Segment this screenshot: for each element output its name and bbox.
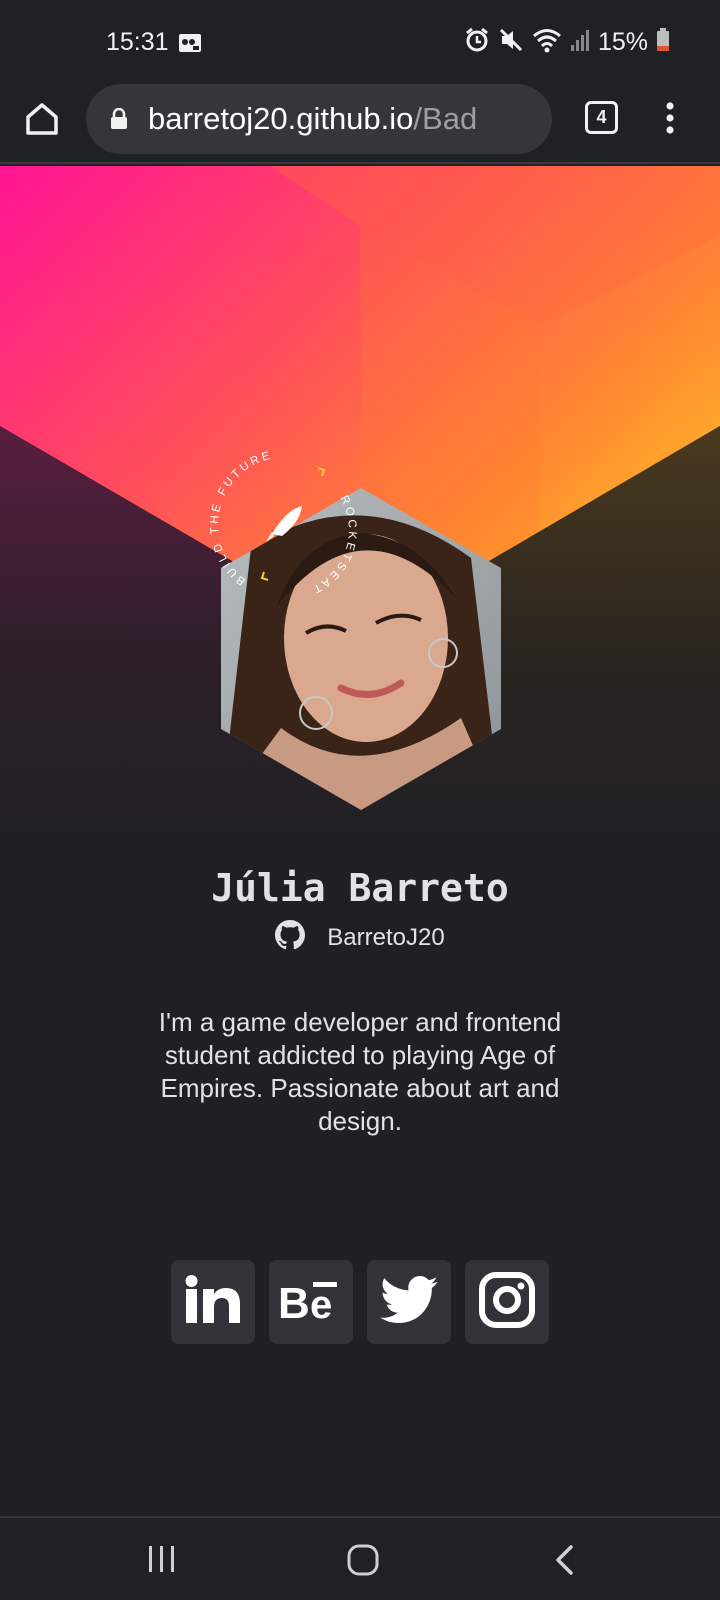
svg-text:B: B xyxy=(278,1279,310,1322)
twitter-button[interactable] xyxy=(367,1260,451,1344)
url-host: barretoj20.github.io xyxy=(148,101,414,136)
svg-text:e: e xyxy=(310,1283,332,1322)
nav-home-icon[interactable] xyxy=(347,1544,379,1581)
battery-icon xyxy=(656,27,670,57)
rocketseat-badge: BUILD THE FUTURE ROCKETSEAT xyxy=(208,449,368,610)
status-icons: 15% xyxy=(464,26,670,58)
more-menu-icon[interactable] xyxy=(666,100,674,136)
url-text: barretoj20.github.io/Bad xyxy=(148,101,477,137)
wifi-icon xyxy=(532,27,562,58)
alarm-icon xyxy=(464,27,490,58)
profile-name: Júlia Barreto xyxy=(211,866,509,910)
browser-toolbar: barretoj20.github.io/Bad 4 xyxy=(0,84,720,164)
status-bar: 15:31 15% xyxy=(0,0,720,84)
badge-top-text: BUILD THE FUTURE xyxy=(209,449,271,587)
mute-icon xyxy=(498,27,524,58)
url-path: /Bad xyxy=(413,101,478,136)
behance-button[interactable]: Be xyxy=(269,1260,353,1344)
status-time: 15:31 xyxy=(106,28,169,56)
instagram-button[interactable] xyxy=(465,1260,549,1344)
svg-text:BUILD THE FUTURE: BUILD THE FUTURE xyxy=(209,450,274,587)
behance-icon: Be xyxy=(278,1278,344,1328)
linkedin-icon xyxy=(184,1274,242,1330)
back-icon[interactable] xyxy=(553,1544,575,1581)
tab-count: 4 xyxy=(596,107,607,127)
github-link[interactable]: BarretoJ20 xyxy=(0,920,720,955)
signal-icon xyxy=(570,28,590,57)
battery-percent: 15% xyxy=(597,27,648,56)
rocket-icon xyxy=(266,506,302,542)
svg-text:ROCKETSEAT: ROCKETSEAT xyxy=(309,494,358,596)
notification-icon xyxy=(178,33,202,58)
twitter-icon xyxy=(380,1275,438,1329)
social-links: Be xyxy=(171,1260,549,1344)
instagram-icon xyxy=(478,1271,536,1334)
badge-right-text: ROCKETSEAT xyxy=(309,494,355,596)
linkedin-button[interactable] xyxy=(171,1260,255,1344)
home-icon[interactable] xyxy=(22,99,62,139)
recent-apps-icon[interactable] xyxy=(147,1544,177,1579)
system-nav-bar xyxy=(0,1516,720,1600)
lock-icon xyxy=(110,107,128,135)
tab-switcher-button[interactable]: 4 xyxy=(585,101,618,134)
github-icon xyxy=(275,920,306,955)
profile-bio: I'm a game developer and frontend studen… xyxy=(158,1007,562,1136)
github-username: BarretoJ20 xyxy=(327,923,445,951)
address-bar[interactable]: barretoj20.github.io/Bad xyxy=(86,84,552,154)
